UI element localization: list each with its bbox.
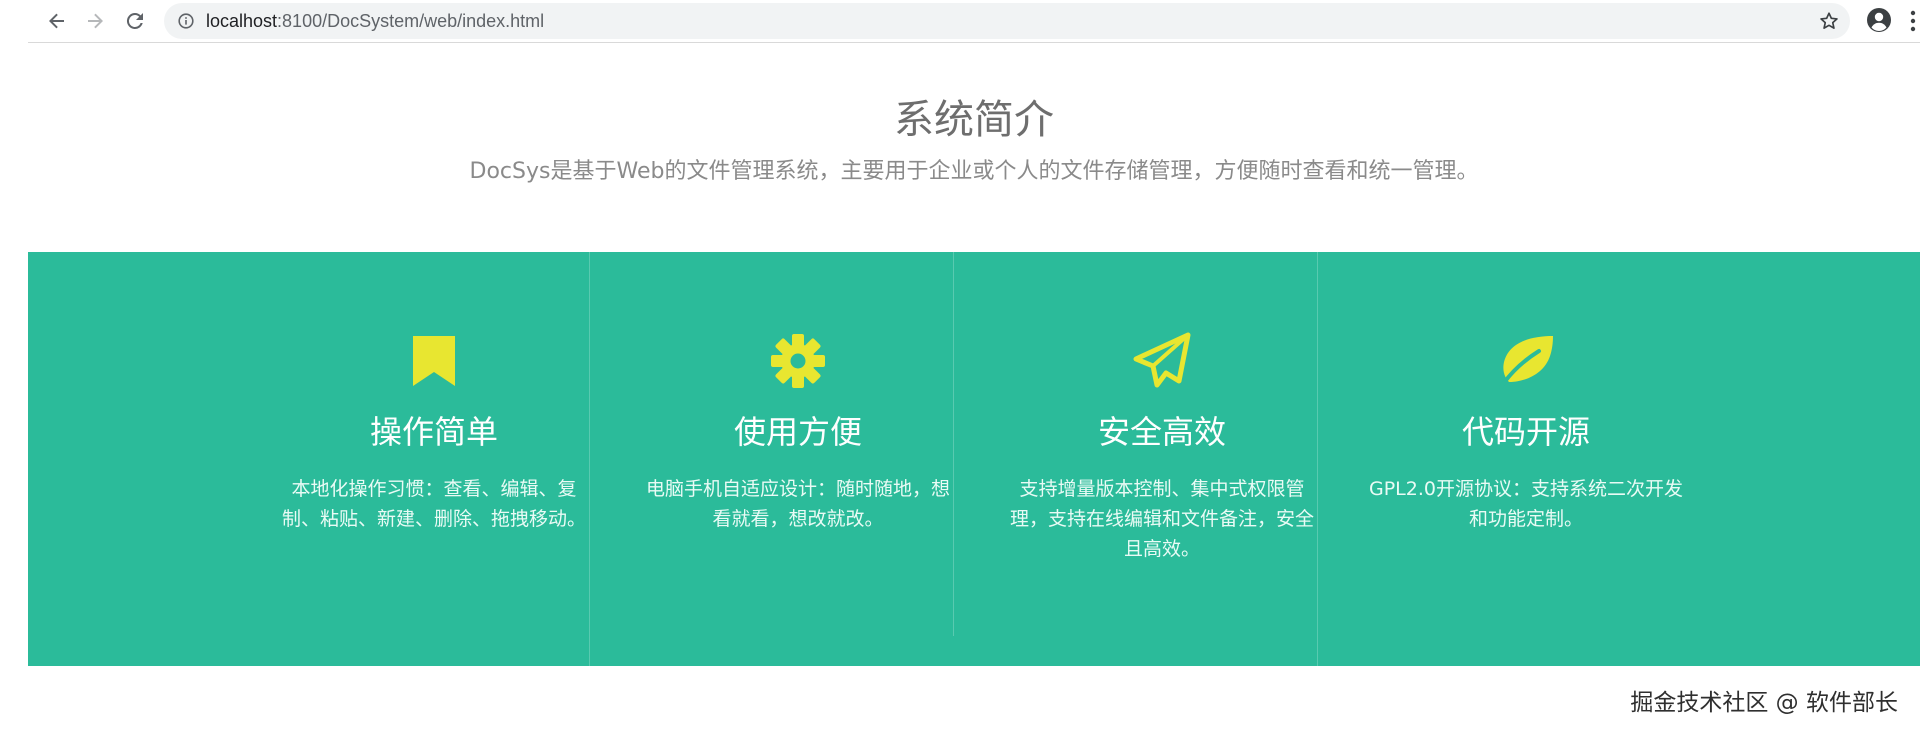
features-section: 操作简单 本地化操作习惯：查看、编辑、复制、粘贴、新建、删除、拖拽移动。 使用方…	[28, 252, 1920, 666]
feature-title: 代码开源	[1461, 413, 1590, 451]
feature-description: GPL2.0开源协议：支持系统二次开发和功能定制。	[1369, 478, 1683, 530]
feature-title: 操作简单	[369, 413, 498, 451]
bookmark-icon	[413, 336, 455, 386]
feature-card-simple: 操作简单 本地化操作习惯：查看、编辑、复制、粘贴、新建、删除、拖拽移动。	[252, 252, 616, 666]
feature-title: 安全高效	[1097, 413, 1226, 451]
url-text[interactable]: localhost:8100/DocSystem/web/index.html	[206, 11, 544, 31]
arrow-right-icon	[88, 13, 103, 29]
feature-card-secure: 安全高效 支持增量版本控制、集中式权限管理，支持在线编辑和文件备注，安全且高效。	[980, 252, 1344, 666]
feature-description: 电脑手机自适应设计：随时随地，想看就看，想改就改。	[645, 478, 950, 530]
url-host: localhost	[206, 11, 278, 31]
info-icon[interactable]	[178, 13, 194, 29]
address-bar[interactable]: localhost:8100/DocSystem/web/index.html	[164, 3, 1850, 39]
feature-card-convenient: 使用方便 电脑手机自适应设计：随时随地，想看就看，想改就改。	[616, 252, 980, 666]
browser-toolbar: localhost:8100/DocSystem/web/index.html	[28, 0, 1920, 43]
intro-section: 系统简介 DocSys是基于Web的文件管理系统，主要用于企业或个人的文件存储管…	[28, 44, 1920, 252]
arrow-left-icon	[49, 13, 64, 29]
url-path: :8100/DocSystem/web/index.html	[277, 11, 545, 31]
back-button[interactable]	[40, 4, 74, 38]
bookmark-star-icon[interactable]	[1818, 10, 1840, 32]
feature-card-opensource: 代码开源 GPL2.0开源协议：支持系统二次开发和功能定制。	[1344, 252, 1708, 666]
paper-plane-icon	[1133, 332, 1191, 388]
feature-description: 本地化操作习惯：查看、编辑、复制、粘贴、新建、删除、拖拽移动。	[281, 478, 586, 530]
watermark-text: 掘金技术社区 @ 软件部长	[1630, 690, 1898, 716]
page-subtitle: DocSys是基于Web的文件管理系统，主要用于企业或个人的文件存储管理，方便随…	[469, 159, 1479, 184]
more-vert-icon[interactable]	[1908, 8, 1918, 34]
profile-avatar-icon[interactable]	[1866, 7, 1892, 33]
gear-icon	[771, 334, 825, 388]
feature-title: 使用方便	[733, 413, 862, 451]
reload-button[interactable]	[118, 4, 152, 38]
page-title: 系统简介	[894, 97, 1054, 143]
feature-description: 支持增量版本控制、集中式权限管理，支持在线编辑和文件备注，安全且高效。	[1009, 478, 1314, 560]
forward-button[interactable]	[78, 4, 112, 38]
reload-icon	[126, 12, 143, 29]
leaf-icon	[1499, 336, 1553, 389]
